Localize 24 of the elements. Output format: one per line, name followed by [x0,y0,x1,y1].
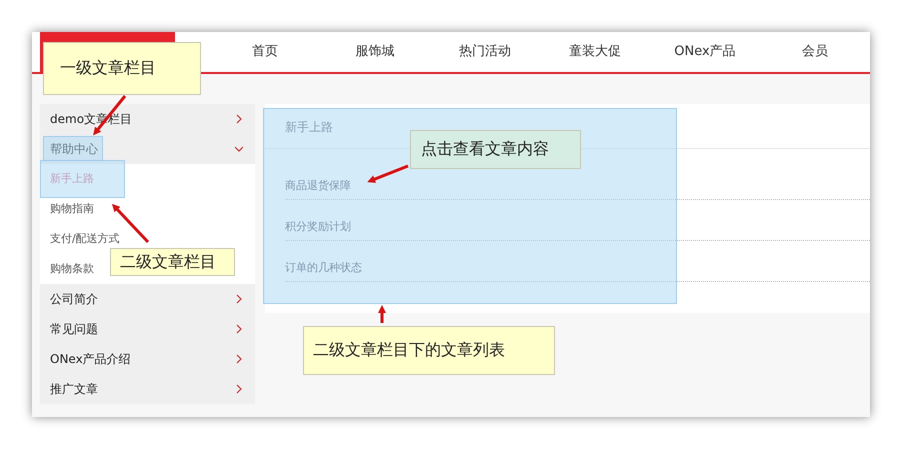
nav-link[interactable]: 热门活动 [430,32,540,72]
chevron-right-icon [235,324,243,334]
chevron-right-icon [235,384,243,394]
chevron-right-icon [235,354,243,364]
chevron-down-icon [235,144,243,154]
callout-label: 一级文章栏目 [43,42,201,95]
callout-label: 二级文章栏目下的文章列表 [303,326,555,375]
sidebar-item[interactable]: ONex产品介绍 [40,344,255,374]
nav-link[interactable]: 童装大促 [540,32,650,72]
chevron-right-icon [235,294,243,304]
callout-label: 点击查看文章内容 [410,130,581,169]
callout-label: 二级文章栏目 [110,248,235,276]
arrow [378,305,386,323]
sidebar-item[interactable]: 推广文章 [40,374,255,404]
sidebar-subitem[interactable]: 购物条款 [40,254,94,284]
arrow [367,164,409,183]
nav-link[interactable]: 会员 [760,32,870,72]
nav-link[interactable]: 服饰城 [320,32,430,72]
sidebar-item[interactable]: 常见问题 [40,314,255,344]
sidebar-subitem[interactable]: 购物指南 [40,194,94,224]
chevron-right-icon [235,114,243,124]
sidebar-item[interactable]: 公司简介 [40,284,255,314]
nav-link[interactable]: 首页 [210,32,320,72]
nav-link[interactable]: ONex产品 [650,32,760,72]
